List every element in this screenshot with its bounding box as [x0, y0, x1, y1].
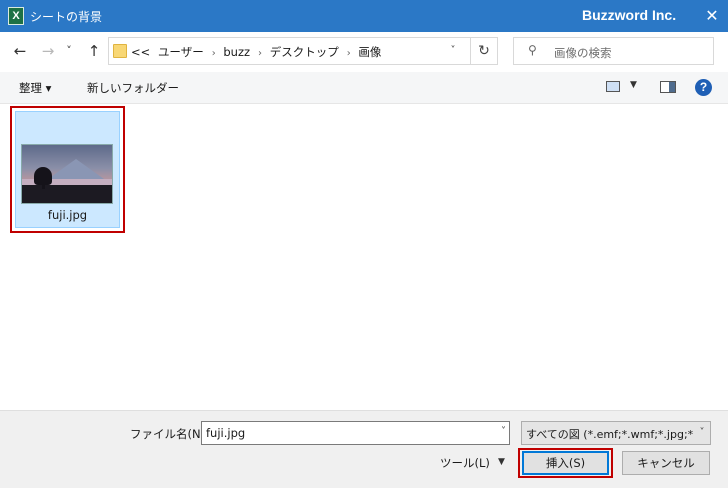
refresh-icon[interactable]: ↻: [470, 37, 498, 65]
search-icon: ⚲: [528, 43, 537, 57]
insert-button[interactable]: 挿入(S): [522, 451, 609, 475]
chevron-right-icon[interactable]: ›: [258, 48, 262, 59]
title-bar: X シートの背景 Buzzword Inc. ✕: [0, 0, 728, 32]
dialog-footer: ファイル名(N): fuji.jpg ˅ すべての図 (*.emf;*.wmf;…: [0, 410, 728, 488]
chevron-right-icon[interactable]: ›: [347, 48, 351, 59]
folder-icon: [113, 44, 127, 58]
file-item-fuji[interactable]: fuji.jpg: [15, 111, 120, 228]
chevron-down-icon[interactable]: ˅: [501, 426, 506, 437]
up-arrow-icon[interactable]: ↑: [84, 40, 104, 62]
new-folder-button[interactable]: 新しいフォルダー: [87, 80, 179, 96]
address-bar[interactable]: << ユーザー › buzz › デスクトップ › 画像 ˅: [108, 37, 498, 65]
breadcrumb-item-desktop[interactable]: デスクトップ: [270, 45, 339, 59]
forward-arrow-icon[interactable]: →: [38, 40, 58, 62]
view-options-icon[interactable]: [606, 81, 620, 92]
chevron-down-icon[interactable]: ▼: [630, 80, 637, 90]
chevron-down-icon[interactable]: ˅: [694, 422, 710, 444]
breadcrumb-item-buzz[interactable]: buzz: [223, 45, 250, 59]
filename-label: ファイル名(N):: [130, 427, 209, 441]
image-thumbnail: [21, 144, 113, 204]
organize-button[interactable]: 整理 ▾: [19, 80, 51, 96]
chevron-right-icon[interactable]: ›: [212, 48, 216, 59]
recent-locations-icon[interactable]: ˅: [62, 40, 76, 62]
file-name-label: fuji.jpg: [47, 208, 88, 222]
command-bar: 整理 ▾ 新しいフォルダー ▼ ?: [0, 72, 728, 104]
file-type-select[interactable]: すべての図 (*.emf;*.wmf;*.jpg;*.jp ˅: [521, 421, 711, 445]
close-icon[interactable]: ✕: [700, 4, 724, 28]
filename-value[interactable]: fuji.jpg: [206, 426, 245, 440]
company-name: Buzzword Inc.: [582, 7, 677, 23]
tools-button[interactable]: ツール(L): [440, 455, 490, 471]
breadcrumb-item-images[interactable]: 画像: [358, 45, 381, 59]
breadcrumb: << ユーザー › buzz › デスクトップ › 画像: [131, 44, 385, 60]
breadcrumb-overflow[interactable]: <<: [131, 45, 150, 59]
file-type-value: すべての図 (*.emf;*.wmf;*.jpg;*.jp: [526, 428, 707, 441]
preview-pane-icon[interactable]: [660, 81, 676, 93]
breadcrumb-item-users[interactable]: ユーザー: [158, 45, 204, 59]
chevron-down-icon[interactable]: ▼: [498, 457, 505, 467]
excel-icon: X: [8, 7, 24, 25]
search-placeholder: 画像の検索: [554, 46, 612, 60]
file-list: fuji.jpg: [0, 104, 728, 410]
search-box[interactable]: ⚲ 画像の検索: [513, 37, 714, 65]
cancel-button[interactable]: キャンセル: [622, 451, 710, 475]
back-arrow-icon[interactable]: ←: [10, 40, 30, 62]
filename-field[interactable]: fuji.jpg ˅: [201, 421, 510, 445]
help-icon[interactable]: ?: [695, 79, 712, 96]
window-title: シートの背景: [30, 10, 103, 24]
navigation-row: ← → ˅ ↑ << ユーザー › buzz › デスクトップ › 画像 ˅ ↻ ⚲ …: [0, 32, 728, 72]
chevron-down-icon[interactable]: ˅: [445, 43, 461, 59]
